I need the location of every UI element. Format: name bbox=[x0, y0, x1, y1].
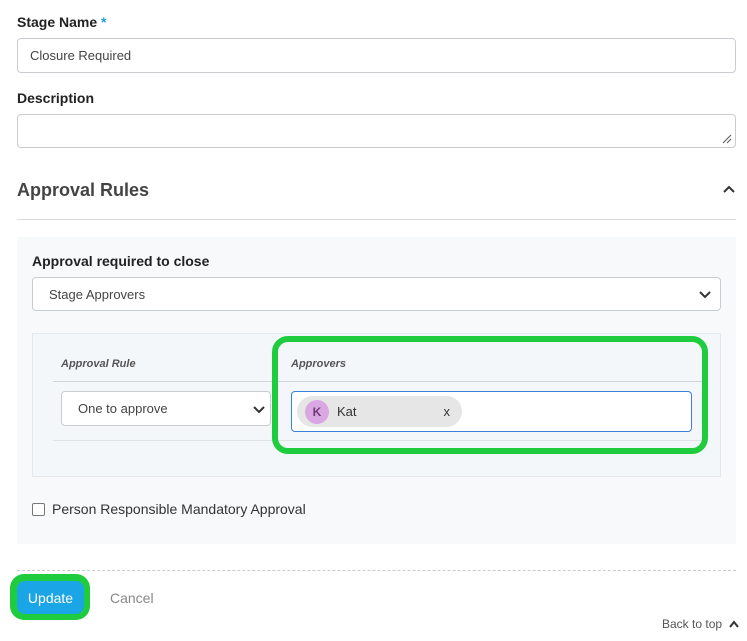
stage-name-value: Closure Required bbox=[30, 48, 132, 63]
approval-required-value: Stage Approvers bbox=[49, 286, 146, 302]
section-divider bbox=[17, 219, 736, 220]
stage-name-label-text: Stage Name bbox=[17, 14, 98, 30]
footer-divider bbox=[17, 570, 736, 571]
chevron-up-icon[interactable] bbox=[722, 182, 736, 196]
stage-name-input[interactable]: Closure Required bbox=[17, 38, 736, 73]
approval-required-label: Approval required to close bbox=[32, 253, 210, 269]
back-to-top-link[interactable]: Back to top bbox=[662, 617, 740, 631]
update-button[interactable]: Update bbox=[17, 581, 84, 614]
approval-rule-select[interactable]: One to approve bbox=[61, 391, 271, 426]
required-marker: * bbox=[101, 14, 107, 30]
back-to-top-label: Back to top bbox=[662, 617, 723, 631]
stage-name-label: Stage Name * bbox=[17, 14, 107, 30]
description-label: Description bbox=[17, 90, 95, 106]
approval-rule-header: Approval Rule bbox=[61, 358, 136, 370]
chevron-down-icon bbox=[253, 406, 265, 414]
resize-handle-icon[interactable] bbox=[722, 134, 732, 144]
description-textarea[interactable] bbox=[17, 114, 736, 148]
chevron-down-icon bbox=[699, 291, 711, 299]
approval-rule-value: One to approve bbox=[78, 401, 168, 416]
approval-required-select[interactable]: Stage Approvers bbox=[32, 277, 721, 311]
person-responsible-label: Person Responsible Mandatory Approval bbox=[52, 501, 306, 517]
chevron-up-icon bbox=[729, 620, 739, 628]
cancel-button[interactable]: Cancel bbox=[110, 590, 154, 606]
approvers-highlight bbox=[272, 336, 708, 454]
approval-rules-title: Approval Rules bbox=[17, 180, 150, 200]
person-responsible-checkbox[interactable] bbox=[32, 503, 45, 516]
